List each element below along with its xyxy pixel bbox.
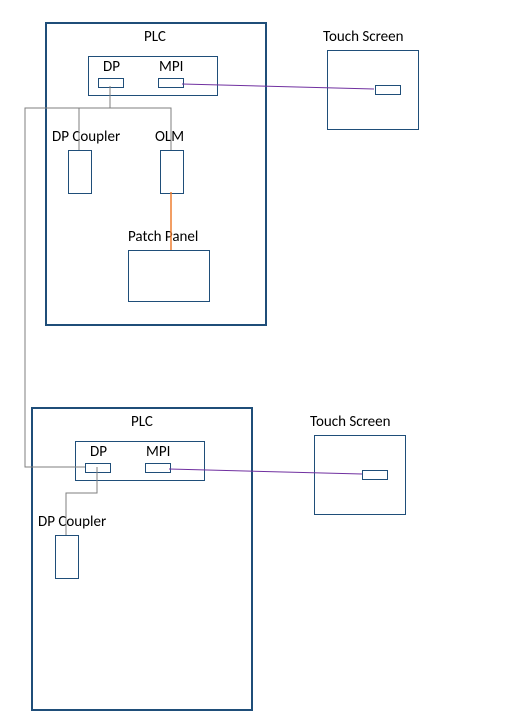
dp-coupler-box-top	[68, 150, 92, 194]
plc-label-bottom: PLC	[131, 413, 153, 431]
touchscreen-box-top	[327, 50, 419, 130]
touchscreen-box-bottom	[314, 435, 406, 515]
olm-box	[160, 150, 184, 194]
patch-panel-label: Patch Panel	[128, 228, 198, 246]
touchscreen-label-bottom: Touch Screen	[310, 413, 390, 431]
plc-label-top: PLC	[144, 28, 166, 46]
dp-coupler-box-bottom	[55, 535, 79, 579]
dp-coupler-label-bottom: DP Coupler	[38, 513, 106, 531]
touchscreen-port-top	[375, 85, 401, 95]
mpi-port-top	[158, 78, 184, 88]
olm-label: OLM	[155, 128, 184, 146]
mpi-label-bottom: MPI	[146, 443, 170, 461]
touchscreen-label-top: Touch Screen	[323, 28, 403, 46]
dp-port-bottom	[85, 463, 111, 473]
mpi-label-top: MPI	[159, 58, 183, 76]
mpi-port-bottom	[145, 463, 171, 473]
dp-label-bottom: DP	[90, 443, 107, 461]
dp-label-top: DP	[103, 58, 120, 76]
dp-port-top	[98, 78, 124, 88]
dp-coupler-label-top: DP Coupler	[52, 128, 120, 146]
touchscreen-port-bottom	[362, 470, 388, 480]
patch-panel-box	[128, 250, 210, 302]
